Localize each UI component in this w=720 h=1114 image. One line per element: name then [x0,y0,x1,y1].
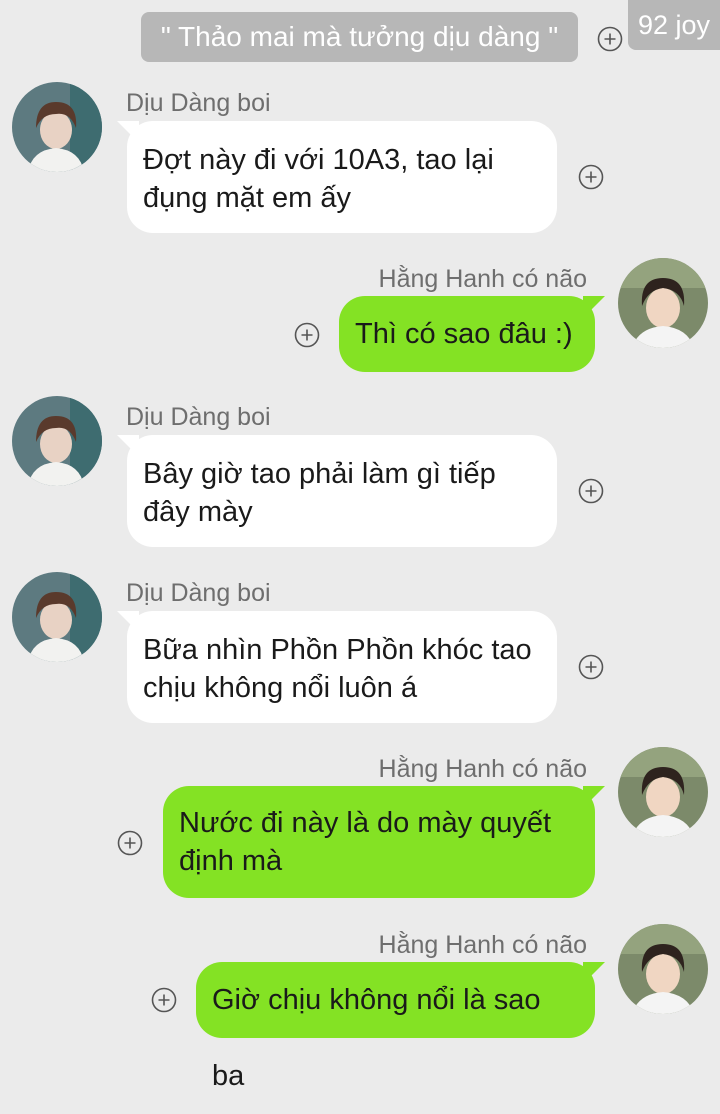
message-line: Bữa nhìn Phồn Phồn khóc tao [143,634,532,666]
avatar[interactable] [12,572,102,662]
avatar[interactable] [618,258,708,348]
add-reaction-icon[interactable] [151,987,177,1013]
add-reaction-icon[interactable] [117,830,143,856]
sender-name: Dịu Dàng boi [126,579,271,607]
message-bubble[interactable]: Nước đi này là do mày quyết định mà [163,786,605,898]
sender-name: Dịu Dàng boi [126,403,271,431]
message-bubble[interactable]: Thì có sao đâu :) [339,296,605,372]
add-reaction-icon[interactable] [597,26,623,52]
avatar[interactable] [12,82,102,172]
sender-name: Hằng Hanh có não [378,755,587,783]
message-line: Nước đi này là do mày quyết [179,807,552,839]
sender-name: Hằng Hanh có não [378,265,587,293]
message-line: chịu không nổi luôn á [143,672,418,704]
message-line: Giờ chịu không nổi là sao ba [212,984,541,1092]
watermark-label: 92 joy [628,0,720,50]
message-bubble[interactable]: Bữa nhìn Phồn Phồn khóc tao chịu không n… [117,611,557,723]
add-reaction-icon[interactable] [578,654,604,680]
message-line: Đợt này đi với 10A3, tao lại [143,144,494,176]
add-reaction-icon[interactable] [578,164,604,190]
message-line: đây mày [143,496,253,528]
message-line: định mà [179,845,283,877]
avatar[interactable] [618,924,708,1014]
message-bubble[interactable]: Đợt này đi với 10A3, tao lại đụng mặt em… [117,121,557,233]
sender-name: Dịu Dàng boi [126,89,271,117]
sender-name: Hằng Hanh có não [378,931,587,959]
message-line: đụng mặt em ấy [143,182,351,214]
message-line: Thì có sao đâu :) [355,318,573,350]
quoted-message[interactable]: " Thảo mai mà tưởng dịu dàng " [141,12,578,62]
avatar[interactable] [12,396,102,486]
message-bubble[interactable]: Bây giờ tao phải làm gì tiếp đây mày [117,435,557,547]
add-reaction-icon[interactable] [578,478,604,504]
add-reaction-icon[interactable] [294,322,320,348]
message-line: Bây giờ tao phải làm gì tiếp [143,458,496,490]
message-bubble[interactable]: Giờ chịu không nổi là sao ba [196,962,605,1092]
avatar[interactable] [618,747,708,837]
